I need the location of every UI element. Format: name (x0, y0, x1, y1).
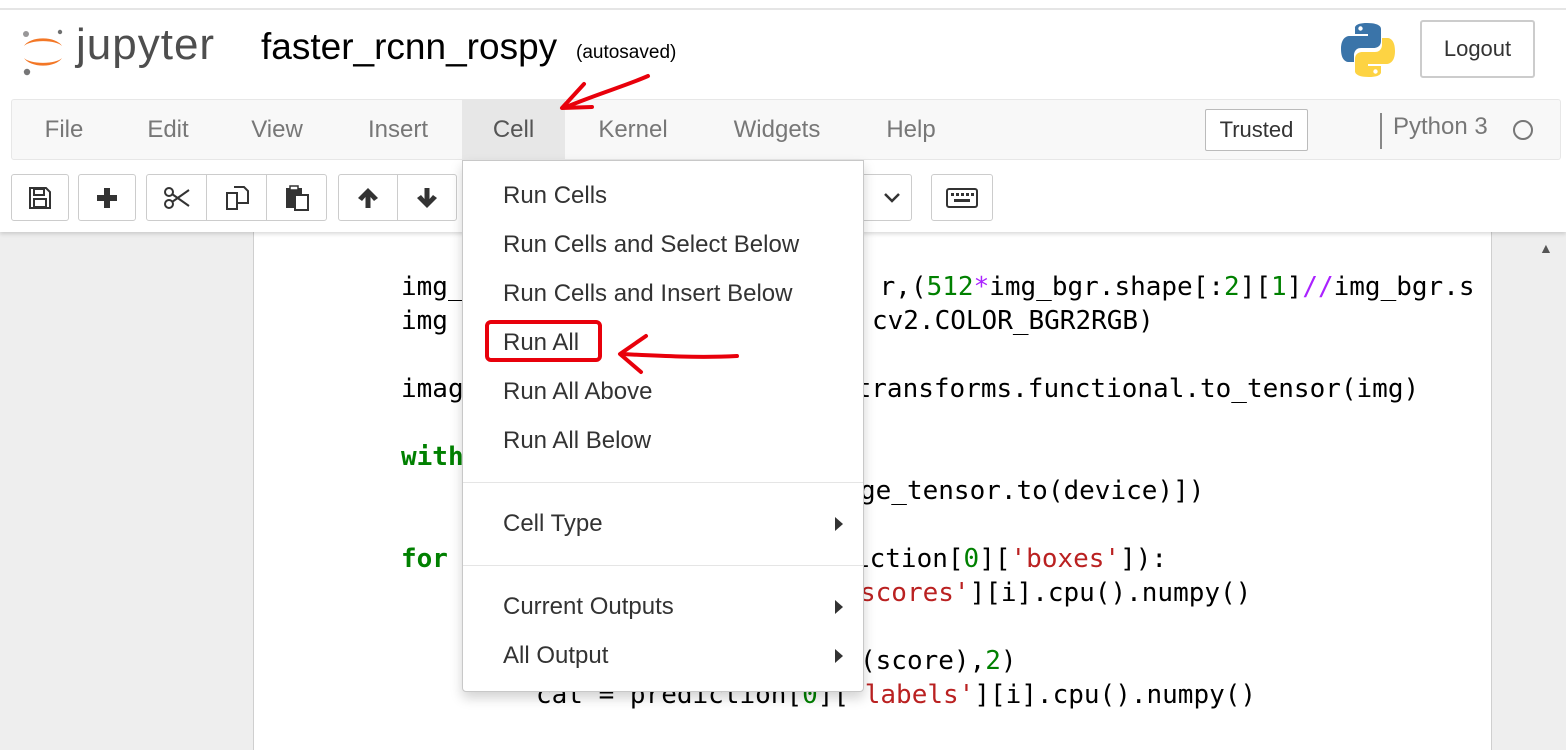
autosave-status: (autosaved) (576, 42, 677, 63)
copy-button[interactable] (206, 174, 267, 221)
menu-item-cell-type[interactable]: Cell Type (503, 510, 603, 538)
kernel-separator (1380, 113, 1382, 149)
code-keyword-with: with (401, 442, 464, 472)
submenu-caret-icon (835, 649, 843, 663)
menu-view[interactable]: View (236, 100, 318, 160)
menu-item-run-cells[interactable]: Run Cells (503, 182, 607, 210)
code-line: (score),2) (860, 646, 1017, 676)
menu-item-run-all-below[interactable]: Run All Below (503, 427, 651, 455)
save-icon (29, 186, 51, 209)
scissors-icon (163, 186, 190, 209)
move-down-button[interactable] (397, 174, 457, 221)
cut-button[interactable] (146, 174, 207, 221)
menu-item-run-cells-select-below[interactable]: Run Cells and Select Below (503, 231, 799, 259)
cell-menu-dropdown: Run Cells Run Cells and Select Below Run… (462, 160, 864, 692)
menu-file[interactable]: File (24, 100, 104, 160)
code-line: scores'][i].cpu().numpy() (860, 578, 1252, 608)
menu-edit[interactable]: Edit (130, 100, 206, 160)
arrow-down-icon (417, 187, 437, 208)
python-logo-icon (1341, 23, 1395, 77)
scroll-up-arrow-icon[interactable]: ▲ (1539, 240, 1553, 256)
arrow-up-icon (358, 187, 378, 208)
notebook-name[interactable]: faster_rcnn_rospy (261, 26, 557, 68)
logout-button[interactable]: Logout (1420, 20, 1535, 78)
menu-item-run-cells-insert-below[interactable]: Run Cells and Insert Below (503, 280, 792, 308)
menu-item-all-output[interactable]: All Output (503, 642, 608, 670)
paste-button[interactable] (266, 174, 327, 221)
submenu-caret-icon (835, 600, 843, 614)
menu-item-current-outputs[interactable]: Current Outputs (503, 593, 674, 621)
paste-icon (285, 184, 309, 211)
menu-item-run-all-above[interactable]: Run All Above (503, 378, 652, 406)
menu-help[interactable]: Help (874, 100, 948, 160)
menu-insert[interactable]: Insert (352, 100, 444, 160)
kernel-name[interactable]: Python 3 (1393, 113, 1488, 141)
menu-item-run-all[interactable]: Run All (503, 329, 579, 357)
chevron-down-icon (884, 192, 900, 203)
menu-widgets[interactable]: Widgets (722, 100, 832, 160)
plus-icon (97, 187, 117, 208)
command-palette-button[interactable] (931, 174, 993, 221)
trusted-indicator[interactable]: Trusted (1205, 109, 1308, 151)
menu-divider (463, 482, 863, 483)
save-button[interactable] (11, 174, 69, 221)
jupyter-logo-icon[interactable] (18, 26, 68, 78)
code-line: ge_tensor.to(device)]) (860, 476, 1205, 506)
insert-cell-button[interactable] (78, 174, 136, 221)
top-border (0, 8, 1566, 10)
menu-cell[interactable]: Cell (462, 100, 565, 160)
menu-divider (463, 565, 863, 566)
copy-icon (225, 185, 249, 210)
move-up-button[interactable] (338, 174, 398, 221)
keyboard-icon (946, 187, 978, 208)
jupyter-wordmark[interactable]: jupyter (76, 20, 215, 70)
kernel-idle-indicator-icon (1513, 120, 1533, 140)
submenu-caret-icon (835, 517, 843, 531)
menu-kernel[interactable]: Kernel (587, 100, 679, 160)
